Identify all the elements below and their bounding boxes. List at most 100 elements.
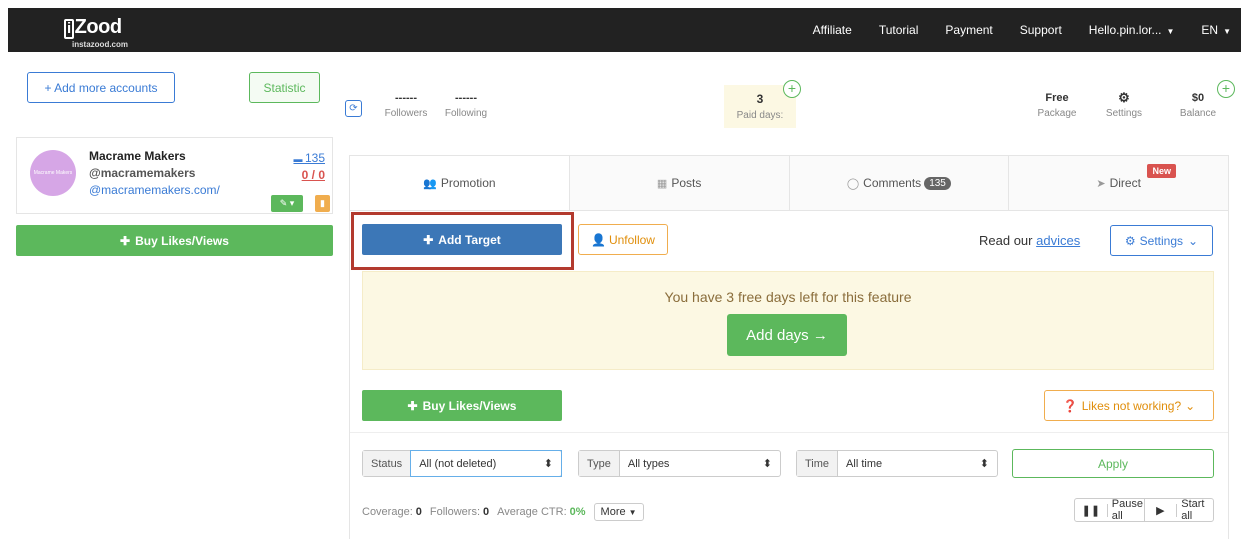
advices-text: Read our advices [979, 233, 1080, 248]
select-arrows-icon: ⬍ [979, 458, 989, 470]
notice-message: You have 3 free days left for this featu… [664, 289, 912, 305]
settings-label: Settings [1105, 108, 1143, 119]
message-icon: ▬ [293, 154, 305, 164]
pause-all-button[interactable]: ❚❚ Pause all [1075, 498, 1145, 522]
followers-label: Followers [384, 108, 428, 119]
metrics-row: Coverage: 0 Followers: 0 Average CTR: 0% Mo… [362, 503, 644, 521]
user-menu[interactable]: Hello.pin.lor... ▼ [1089, 23, 1175, 37]
tab-comments-label: Comments [863, 176, 922, 190]
chevron-down-icon: ⌄ [1188, 233, 1199, 248]
add-accounts-button[interactable]: + Add more accounts [27, 72, 175, 103]
buy-likes-label: Buy Likes/Views [135, 233, 229, 248]
unfollow-button[interactable]: 👤 Unfollow [578, 224, 668, 255]
tab-direct[interactable]: ➤ Direct New [1009, 156, 1228, 210]
tab-direct-label: Direct [1109, 176, 1141, 190]
pause-all-label: Pause all [1111, 498, 1143, 522]
buy-likes-button[interactable]: ✚ Buy Likes/Views [362, 390, 562, 421]
more-dropdown[interactable]: More ▼ [593, 503, 644, 521]
refresh-icon[interactable]: ⟳ [345, 100, 362, 117]
caret-down-icon: ▼ [628, 508, 637, 517]
time-select-value: All time [846, 457, 883, 470]
gear-icon: ⚙ [1118, 90, 1130, 105]
likes-not-working-label: Likes not working? [1081, 398, 1182, 413]
pencil-icon: ✎ ▾ [279, 198, 295, 208]
likes-not-working-dropdown[interactable]: ❓ Likes not working? ⌄ [1044, 390, 1214, 421]
comment-icon: ◯ [846, 177, 860, 190]
logo[interactable]: i Zood instazood.com [64, 16, 128, 49]
followers-value: ------ [395, 92, 417, 104]
account-card[interactable]: Macrame Makers Macrame Makers @macramema… [16, 137, 333, 214]
type-filter-label: Type [579, 451, 620, 476]
select-arrows-icon: ⬍ [762, 458, 772, 470]
account-url[interactable]: @macramemakers.com/ [89, 183, 220, 197]
messages-count[interactable]: ▬ 135 [293, 151, 325, 165]
settings-stat[interactable]: ⚙ Settings [1101, 90, 1147, 119]
nav-support[interactable]: Support [1020, 23, 1062, 37]
status-select-value: All (not deleted) [419, 457, 497, 470]
tab-promotion-label: Promotion [440, 176, 496, 190]
start-all-button[interactable]: ▶ Start all [1145, 498, 1214, 522]
package-value: Free [1045, 92, 1069, 104]
coverage-value: 0 [415, 506, 422, 518]
statistic-button[interactable]: Statistic [249, 72, 320, 103]
following-value: ------ [455, 92, 477, 104]
ratio-count[interactable]: 0 / 0 [302, 168, 325, 182]
top-nav-links: Affiliate Tutorial Payment Support Hello… [813, 8, 1231, 52]
plus-icon: ✚ [120, 233, 131, 248]
nav-affiliate[interactable]: Affiliate [813, 23, 852, 37]
language-menu[interactable]: EN ▼ [1201, 23, 1231, 37]
more-label: More [600, 506, 626, 518]
type-select-value: All types [627, 457, 670, 470]
time-filter-label: Time [797, 451, 839, 476]
ctr-metric: Average CTR: 0% [497, 506, 585, 518]
type-filter[interactable]: Type All types ⬍ [578, 450, 781, 477]
chevron-down-icon: ⌄ [1185, 398, 1196, 413]
add-balance-icon[interactable]: + [1217, 80, 1235, 98]
add-paid-days-icon[interactable]: + [783, 80, 801, 98]
time-filter[interactable]: Time All time ⬍ [796, 450, 998, 477]
settings-dropdown[interactable]: ⚙ Settings ⌄ [1110, 225, 1213, 256]
tab-posts[interactable]: ▦ Posts [570, 156, 790, 210]
status-filter-label: Status [363, 451, 412, 476]
coverage-label: Coverage: [362, 506, 413, 518]
account-name: Macrame Makers [89, 149, 186, 163]
apply-button[interactable]: Apply [1012, 449, 1214, 478]
tab-comments[interactable]: ◯ Comments 135 [790, 156, 1010, 210]
users-icon: 👥 [423, 177, 437, 190]
status-filter[interactable]: Status All (not deleted) ⬍ [362, 450, 562, 477]
logo-text: Zood [74, 16, 122, 38]
user-remove-icon: 👤 [591, 232, 606, 247]
highlight-box [351, 212, 574, 270]
ctr-value: 0% [569, 506, 586, 518]
status-select[interactable]: All (not deleted) ⬍ [410, 450, 562, 477]
messages-count-value: 135 [304, 151, 325, 165]
balance-label: Balance [1179, 108, 1217, 119]
type-select[interactable]: All types ⬍ [620, 451, 780, 476]
balance-value: $0 [1191, 92, 1205, 104]
pause-start-group: ❚❚ Pause all ▶ Start all [1074, 498, 1214, 522]
package-label: Package [1037, 108, 1077, 119]
coverage-metric: Coverage: 0 [362, 506, 422, 518]
tab-promotion[interactable]: 👥 Promotion [350, 156, 570, 210]
comments-badge: 135 [924, 176, 951, 190]
time-select[interactable]: All time ⬍ [838, 451, 997, 476]
send-icon: ➤ [1096, 177, 1106, 190]
balance-stat: $0 Balance [1173, 92, 1223, 119]
followers-stat: ------ Followers [384, 92, 428, 119]
nav-tutorial[interactable]: Tutorial [879, 23, 919, 37]
package-stat: Free Package [1034, 92, 1080, 119]
delete-button[interactable]: ▮ [315, 195, 330, 212]
read-our-label: Read our [979, 233, 1033, 248]
caret-down-icon: ▼ [1223, 27, 1231, 36]
add-days-button[interactable]: Add days → [727, 314, 847, 356]
feature-tabs: 👥 Promotion ▦ Posts ◯ Comments 135 ➤ Direct Ne… [349, 155, 1229, 211]
advices-link[interactable]: advices [1036, 233, 1080, 248]
buy-likes-button-sidebar[interactable]: ✚ Buy Likes/Views [16, 225, 333, 256]
unfollow-label: Unfollow [608, 232, 655, 247]
grid-icon: ▦ [656, 177, 668, 190]
nav-payment[interactable]: Payment [945, 23, 992, 37]
avatar: Macrame Makers [30, 150, 76, 196]
logo-mark: i [64, 19, 74, 39]
play-icon: ▶ [1145, 503, 1178, 517]
edit-button[interactable]: ✎ ▾ [271, 195, 303, 212]
